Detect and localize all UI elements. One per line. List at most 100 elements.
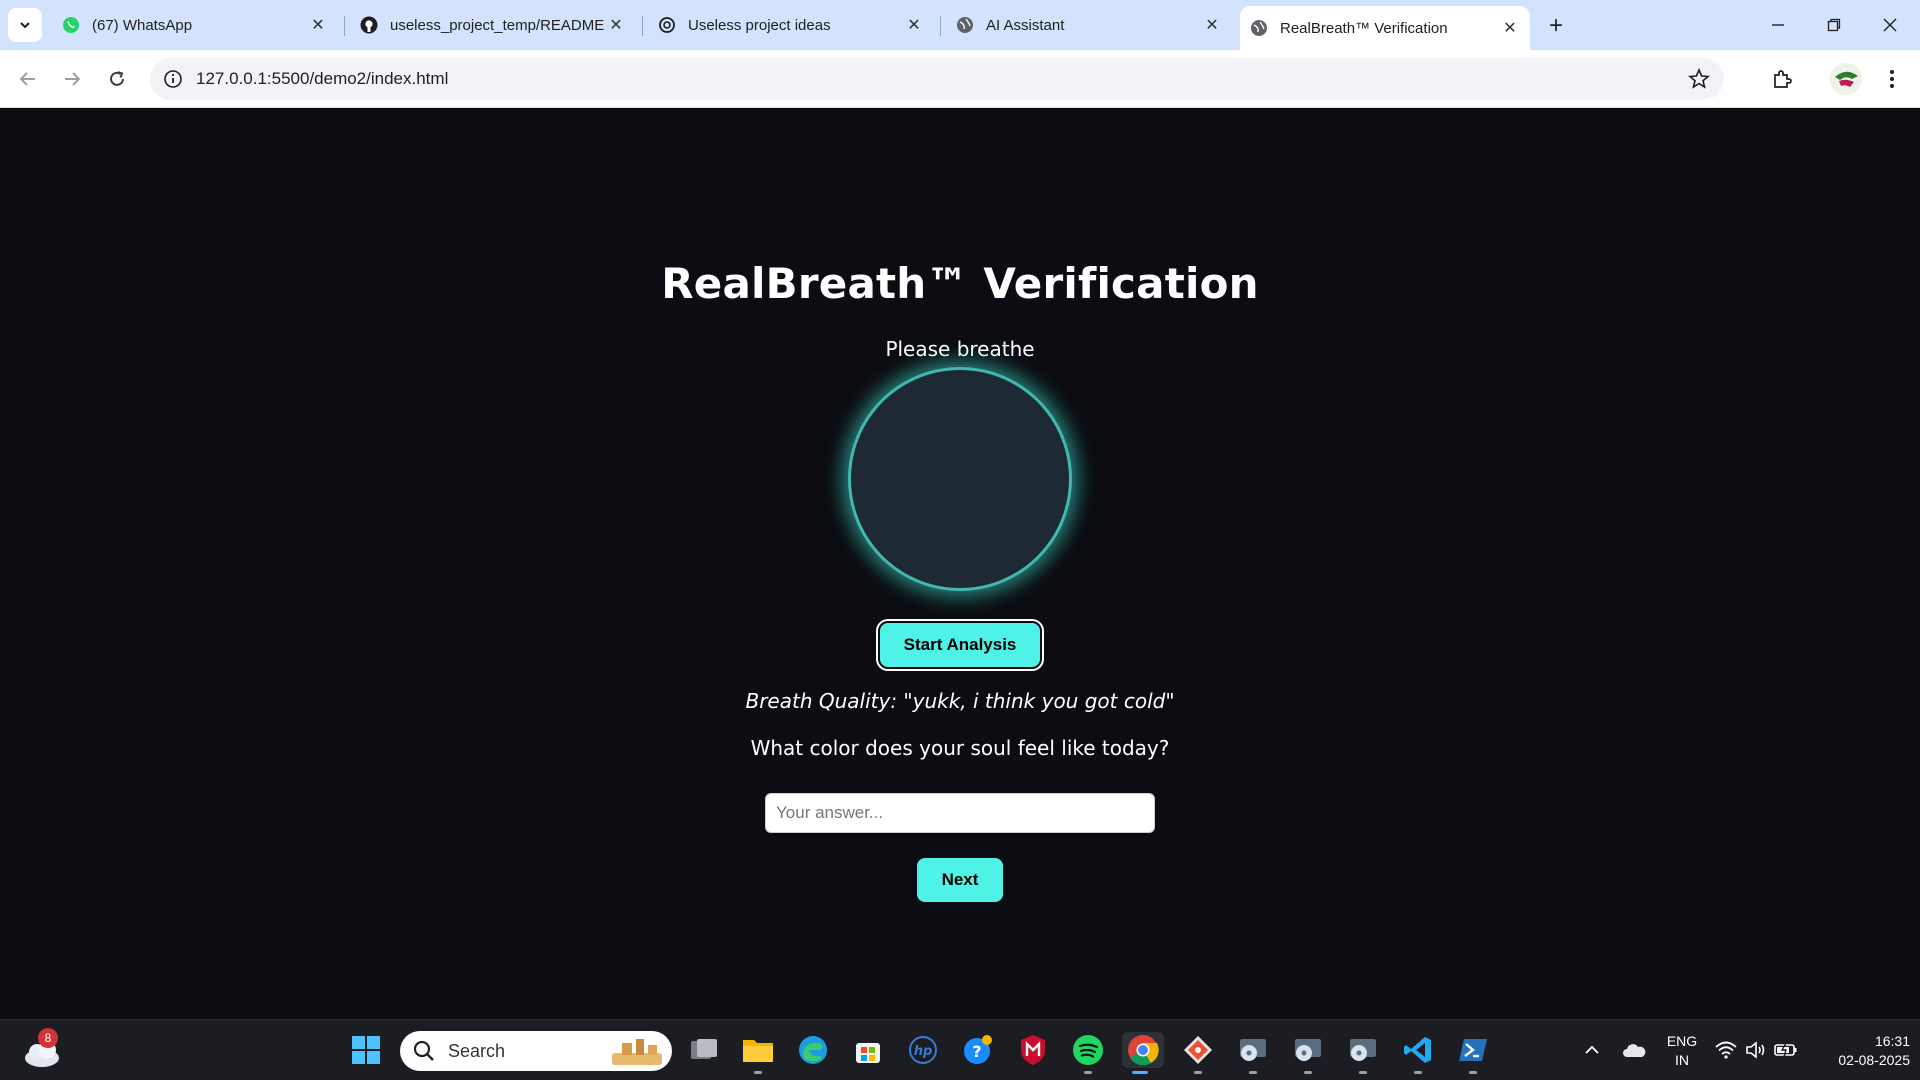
active-indicator [1132,1071,1148,1074]
chevron-down-icon [20,22,30,29]
region-code: IN [1675,1052,1689,1068]
site-info-icon[interactable] [162,68,184,90]
extensions-button[interactable] [1766,63,1798,95]
edge-button[interactable] [795,1032,831,1068]
bookmark-star-icon[interactable] [1688,68,1710,90]
tab-github-readme[interactable]: useless_project_temp/README ✕ [350,8,636,42]
tab-useless-project-ideas[interactable]: Useless project ideas ✕ [648,8,934,42]
next-button[interactable]: Next [917,858,1003,902]
tab-title: RealBreath™ Verification [1280,19,1448,37]
arrow-left-icon [19,72,35,86]
forward-button[interactable] [56,63,88,95]
battery-status[interactable] [1768,1032,1804,1068]
tab-title: (67) WhatsApp [92,16,193,34]
taskbar-search[interactable]: Search [400,1031,672,1071]
new-tab-button[interactable]: + [1542,12,1570,40]
svg-text:?: ? [972,1042,981,1061]
edge-browser-icon [799,1036,827,1064]
close-window-button[interactable] [1870,10,1910,40]
running-indicator [1249,1071,1257,1074]
close-icon[interactable]: ✕ [904,15,924,35]
mcafee-button[interactable] [1015,1032,1051,1068]
git-diamond-icon [1184,1036,1212,1064]
profile-avatar[interactable] [1830,63,1862,95]
close-icon[interactable]: ✕ [1500,18,1520,38]
task-view-button[interactable] [686,1032,722,1068]
start-analysis-button[interactable]: Start Analysis [876,619,1044,671]
page-title: RealBreath™ Verification [661,259,1259,308]
windows-taskbar: 8 Search hp ? ENG IN 16:31 02-08-2025 [0,1019,1920,1080]
running-indicator [1194,1071,1202,1074]
page-content: RealBreath™ Verification Please breathe … [0,109,1920,1019]
search-label: Search [448,1040,506,1061]
minimize-button[interactable] [1758,10,1798,40]
remote-app-1-button[interactable] [1235,1032,1271,1074]
language-code: ENG [1666,1033,1698,1049]
minimize-icon [1772,24,1784,26]
soul-color-question: What color does your soul feel like toda… [750,736,1170,760]
speaker-icon [1746,1041,1765,1059]
arrow-right-icon [65,72,81,86]
running-indicator [1359,1071,1367,1074]
remote-app-3-button[interactable] [1345,1032,1381,1074]
chevron-up-icon [1585,1045,1599,1054]
close-icon [1883,18,1897,32]
back-button[interactable] [12,63,44,95]
tab-whatsapp[interactable]: (67) WhatsApp ✕ [52,8,338,42]
tab-ai-assistant[interactable]: AI Assistant ✕ [946,8,1232,42]
onedrive-button[interactable] [1616,1032,1652,1068]
url-text[interactable]: 127.0.0.1:5500/demo2/index.html [196,69,448,89]
tab-title: useless_project_temp/README [390,16,605,34]
answer-input[interactable] [765,793,1155,833]
spotify-icon [1073,1035,1103,1065]
search-highlight-illustration-icon [612,1039,662,1065]
disc-monitor-icon [1240,1039,1266,1061]
restore-button[interactable] [1814,10,1854,40]
reload-button[interactable] [101,63,133,95]
address-bar[interactable]: 127.0.0.1:5500/demo2/index.html [150,58,1724,100]
file-explorer-button[interactable] [740,1032,776,1074]
tab-search-button[interactable] [8,8,42,42]
tab-divider [940,16,941,36]
show-hidden-icons-button[interactable] [1574,1032,1610,1068]
mcafee-shield-icon [1021,1035,1045,1065]
tab-realbreath-verification[interactable]: RealBreath™ Verification ✕ [1240,6,1530,50]
close-icon[interactable]: ✕ [308,15,328,35]
spotify-button[interactable] [1070,1032,1106,1074]
close-icon[interactable]: ✕ [606,15,626,35]
disc-monitor-icon [1350,1039,1376,1061]
github-icon [360,16,378,34]
search-icon [413,1040,434,1061]
puzzle-icon [1774,70,1792,88]
remote-app-2-button[interactable] [1290,1032,1326,1074]
tab-title: AI Assistant [986,16,1065,34]
help-app-button[interactable]: ? [960,1032,996,1068]
powershell-icon [1459,1039,1487,1061]
start-button[interactable] [348,1032,384,1068]
cloud-icon [1623,1044,1646,1057]
browser-toolbar: 127.0.0.1:5500/demo2/index.html [0,50,1920,108]
folder-icon [743,1040,773,1062]
running-indicator [1414,1071,1422,1074]
disc-monitor-icon [1295,1039,1321,1061]
tab-title: Useless project ideas [688,16,831,34]
tab-divider [642,16,643,36]
hp-app-button[interactable]: hp [905,1032,941,1068]
vscode-button[interactable] [1400,1032,1436,1074]
running-indicator [1084,1071,1092,1074]
browser-menu-button[interactable] [1876,63,1908,95]
git-app-button[interactable] [1180,1032,1216,1074]
windows-logo-icon [352,1036,380,1064]
powershell-button[interactable] [1455,1032,1491,1074]
globe-icon [956,16,974,34]
microsoft-store-button[interactable] [850,1032,886,1068]
breath-quality-text: Breath Quality: "yukk, i think you got c… [745,689,1175,713]
clock-time: 16:31 [1874,1033,1910,1049]
language-indicator[interactable]: ENG IN [1664,1032,1700,1070]
system-clock[interactable]: 16:31 02-08-2025 [1810,1032,1910,1070]
close-icon[interactable]: ✕ [1202,15,1222,35]
task-view-icon [691,1039,717,1059]
chrome-button[interactable] [1122,1032,1164,1074]
avatar-icon [1830,63,1862,95]
globe-icon [1250,19,1268,37]
